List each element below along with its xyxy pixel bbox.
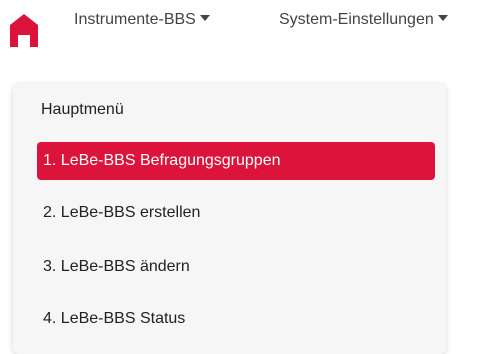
caret-down-icon <box>199 15 210 21</box>
menu-item-befragungsgruppen[interactable]: 1. LeBe-BBS Befragungsgruppen <box>37 142 435 180</box>
menu-item-aendern[interactable]: 3. LeBe-BBS ändern <box>37 248 435 286</box>
nav-label-instrumente: Instrumente-BBS <box>74 11 196 28</box>
menu-item-erstellen[interactable]: 2. LeBe-BBS erstellen <box>37 194 435 232</box>
nav-dropdown-instrumente[interactable]: Instrumente-BBS <box>74 11 210 29</box>
nav-dropdown-system-einstellungen[interactable]: System-Einstellungen <box>279 11 448 29</box>
home-icon[interactable] <box>9 13 39 47</box>
menu-header: Hauptmenü <box>41 101 124 118</box>
main-menu-panel: Hauptmenü 1. LeBe-BBS Befragungsgruppen … <box>13 84 446 354</box>
caret-down-icon <box>437 15 448 21</box>
top-navbar: Instrumente-BBS System-Einstellungen <box>0 0 480 60</box>
menu-item-status[interactable]: 4. LeBe-BBS Status <box>37 300 435 338</box>
nav-label-system-einstellungen: System-Einstellungen <box>279 11 434 28</box>
